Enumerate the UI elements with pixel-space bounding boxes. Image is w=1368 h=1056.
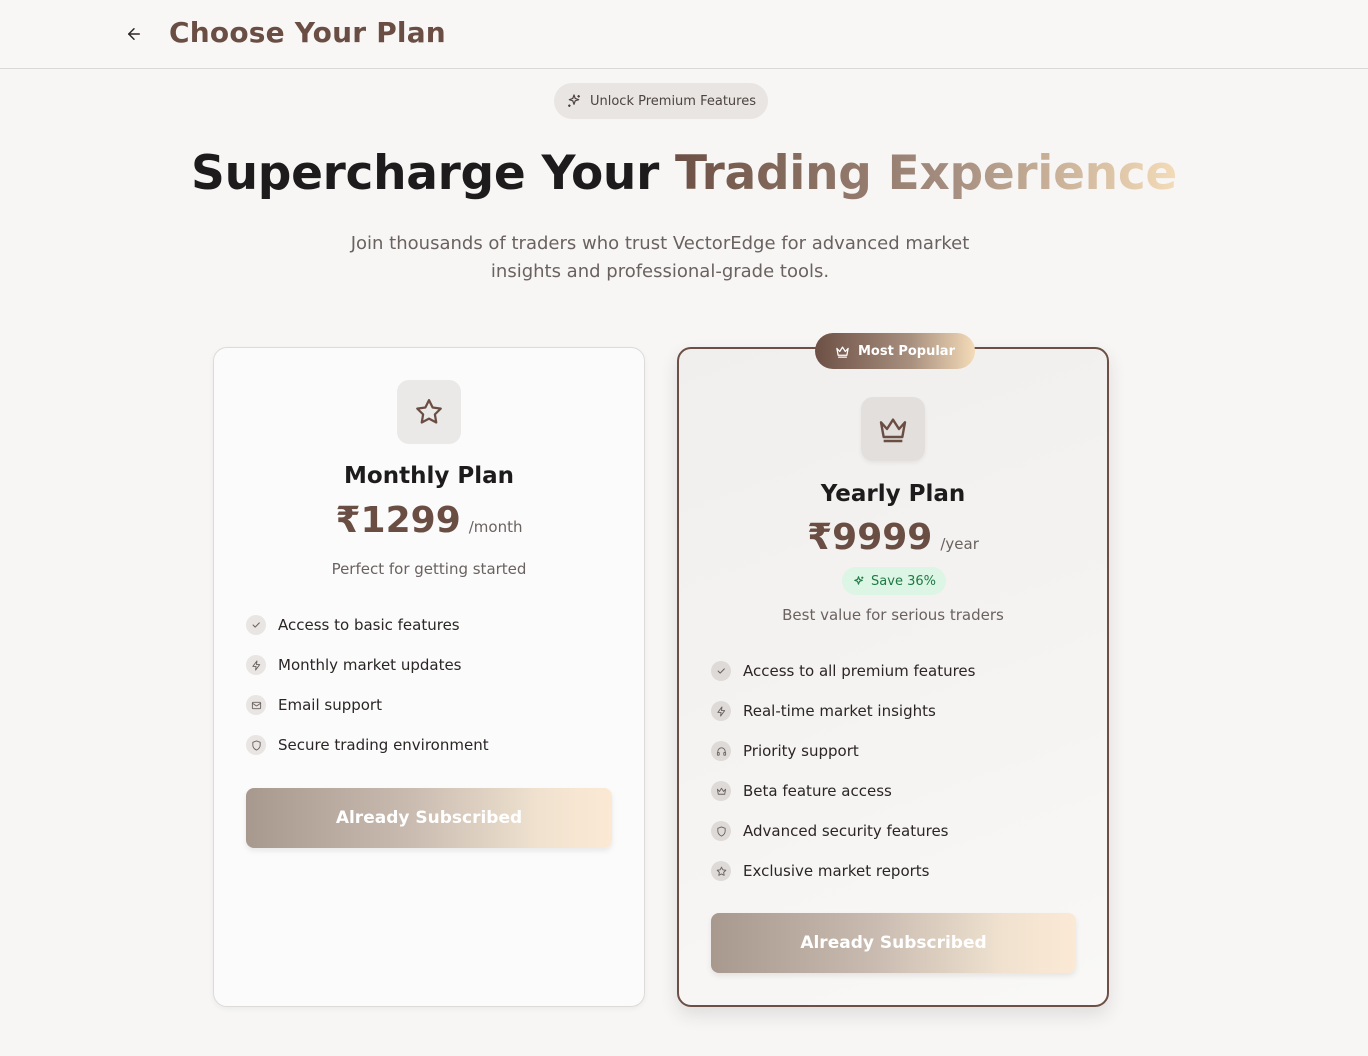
sparkles-icon: [854, 575, 864, 585]
unlock-premium-label: Unlock Premium Features: [589, 93, 756, 109]
feature-item: Secure trading environment: [246, 725, 489, 765]
plan-period: /year: [940, 535, 979, 553]
yearly-subscribe-button[interactable]: Already Subscribed: [711, 913, 1076, 973]
plan-name: Monthly Plan: [344, 463, 514, 489]
star-icon: [416, 399, 442, 424]
plan-icon-container: [397, 380, 461, 444]
feature-label: Priority support: [743, 742, 859, 760]
top-bar: Choose Your Plan: [0, 0, 1368, 69]
feature-item: Monthly market updates: [246, 645, 489, 685]
crown-icon: [836, 346, 849, 358]
feature-label: Real-time market insights: [743, 702, 936, 720]
zap-icon: [251, 659, 260, 671]
check-icon: [717, 668, 725, 674]
savings-label: Save 36%: [871, 573, 936, 589]
price-row: ₹1299 /month: [214, 500, 644, 541]
feature-label: Exclusive market reports: [743, 862, 930, 880]
feature-item: Email support: [246, 685, 489, 725]
feature-item: Access to basic features: [246, 605, 489, 645]
most-popular-label: Most Popular: [857, 343, 955, 359]
feature-item: Exclusive market reports: [711, 851, 975, 891]
hero-title: Supercharge Your Trading Experience: [0, 146, 1368, 201]
feature-list: Access to basic features Monthly market …: [246, 605, 489, 765]
hero-title-highlight: Trading Experience: [675, 146, 1177, 201]
page-title: Choose Your Plan: [169, 16, 446, 49]
mail-icon: [251, 701, 261, 709]
feature-label: Beta feature access: [743, 782, 892, 800]
shield-icon: [716, 825, 726, 837]
feature-label: Advanced security features: [743, 822, 949, 840]
unlock-premium-badge: Unlock Premium Features: [554, 83, 768, 119]
feature-label: Email support: [278, 696, 382, 714]
plan-price: ₹9999: [807, 517, 933, 558]
monthly-plan-card: Monthly Plan ₹1299 /month Perfect for ge…: [213, 347, 645, 1007]
hero-title-plain: Supercharge Your: [191, 146, 676, 201]
monthly-subscribe-button[interactable]: Already Subscribed: [246, 788, 612, 848]
feature-item: Real-time market insights: [711, 691, 975, 731]
headphones-icon: [716, 746, 726, 756]
feature-item: Advanced security features: [711, 811, 975, 851]
star-icon: [716, 866, 726, 876]
feature-label: Secure trading environment: [278, 736, 489, 754]
arrow-left-icon: [128, 28, 140, 40]
sparkles-icon: [567, 94, 580, 107]
savings-badge: Save 36%: [842, 567, 946, 595]
most-popular-badge: Most Popular: [815, 333, 975, 369]
plan-name: Yearly Plan: [820, 481, 966, 507]
feature-list: Access to all premium features Real-time…: [711, 651, 975, 891]
plan-description: Perfect for getting started: [331, 560, 527, 578]
plan-icon-container: [861, 397, 925, 461]
feature-item: Beta feature access: [711, 771, 975, 811]
feature-label: Access to basic features: [278, 616, 460, 634]
plan-description: Best value for serious traders: [782, 606, 1004, 624]
feature-label: Access to all premium features: [743, 662, 976, 680]
yearly-plan-card: Most Popular Yearly Plan ₹9999 /year Sav…: [677, 333, 1109, 1007]
check-icon: [252, 622, 260, 628]
crown-icon: [716, 787, 726, 795]
crown-icon: [879, 418, 907, 443]
feature-label: Monthly market updates: [278, 656, 462, 674]
zap-icon: [716, 705, 725, 717]
back-button[interactable]: [118, 18, 150, 50]
plan-period: /month: [468, 518, 523, 536]
feature-item: Access to all premium features: [711, 651, 975, 691]
shield-icon: [251, 739, 261, 751]
price-row: ₹9999 /year: [679, 517, 1107, 558]
plan-price: ₹1299: [335, 500, 461, 541]
feature-item: Priority support: [711, 731, 975, 771]
hero-subtitle: Join thousands of traders who trust Vect…: [350, 233, 970, 282]
